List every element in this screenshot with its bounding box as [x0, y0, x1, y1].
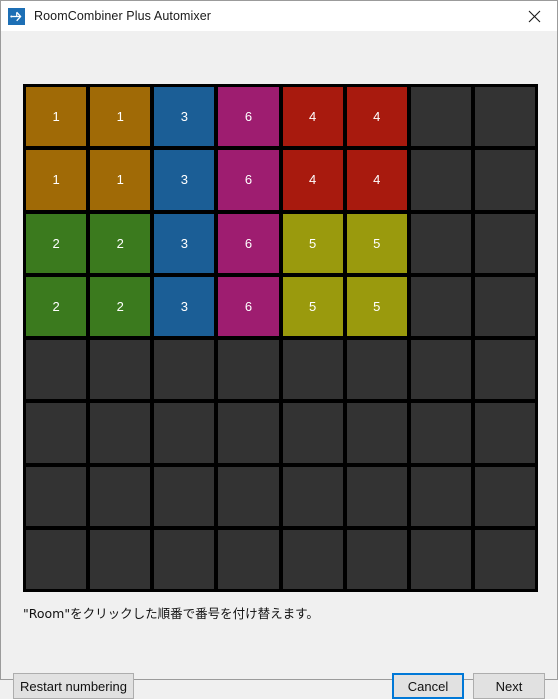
grid-cell-empty[interactable]: [474, 87, 535, 147]
grid-cell-empty[interactable]: [410, 466, 471, 526]
room-grid: 113644113644223655223655: [23, 84, 538, 592]
grid-cell-empty[interactable]: [474, 403, 535, 463]
grid-cell-empty[interactable]: [410, 87, 471, 147]
grid-cell-empty[interactable]: [26, 403, 87, 463]
next-button[interactable]: Next: [473, 673, 545, 699]
grid-cell-empty[interactable]: [346, 529, 407, 589]
restart-numbering-button[interactable]: Restart numbering: [13, 673, 134, 699]
grid-cell-empty[interactable]: [218, 340, 279, 400]
title-bar: RoomCombiner Plus Automixer: [1, 1, 557, 31]
grid-cell-empty[interactable]: [218, 529, 279, 589]
grid-cell-empty[interactable]: [410, 276, 471, 336]
grid-cell-empty[interactable]: [26, 466, 87, 526]
grid-cell-room[interactable]: 5: [282, 276, 343, 336]
grid-cell-room[interactable]: 5: [282, 213, 343, 273]
grid-cell-room[interactable]: 6: [218, 87, 279, 147]
grid-cell-empty[interactable]: [154, 403, 215, 463]
grid-cell-empty[interactable]: [90, 529, 151, 589]
grid-cell-room[interactable]: 6: [218, 276, 279, 336]
grid-cell-room[interactable]: 4: [282, 150, 343, 210]
grid-cell-empty[interactable]: [474, 276, 535, 336]
grid-cell-empty[interactable]: [282, 340, 343, 400]
grid-cell-empty[interactable]: [410, 213, 471, 273]
grid-cell-room[interactable]: 3: [154, 213, 215, 273]
grid-cell-empty[interactable]: [154, 466, 215, 526]
grid-cell-room[interactable]: 3: [154, 87, 215, 147]
grid-cell-room[interactable]: 4: [346, 87, 407, 147]
grid-cell-empty[interactable]: [218, 403, 279, 463]
grid-cell-room[interactable]: 3: [154, 276, 215, 336]
grid-cell-empty[interactable]: [346, 466, 407, 526]
grid-cell-empty[interactable]: [154, 340, 215, 400]
grid-cell-empty[interactable]: [26, 529, 87, 589]
grid-cell-room[interactable]: 1: [90, 150, 151, 210]
grid-cell-empty[interactable]: [154, 529, 215, 589]
grid-cell-empty[interactable]: [474, 529, 535, 589]
grid-cell-empty[interactable]: [90, 340, 151, 400]
room-grid-cells: 113644113644223655223655: [26, 87, 535, 589]
grid-cell-room[interactable]: 1: [90, 87, 151, 147]
grid-cell-empty[interactable]: [346, 403, 407, 463]
grid-cell-empty[interactable]: [410, 340, 471, 400]
dialog-content: 113644113644223655223655 "Room"をクリックした順番…: [1, 31, 557, 699]
instruction-text: "Room"をクリックした順番で番号を付け替えます。: [23, 606, 319, 621]
dialog-window: RoomCombiner Plus Automixer 113644113644…: [0, 0, 558, 699]
cancel-button[interactable]: Cancel: [392, 673, 464, 699]
grid-cell-empty[interactable]: [474, 150, 535, 210]
grid-cell-empty[interactable]: [282, 529, 343, 589]
grid-cell-room[interactable]: 3: [154, 150, 215, 210]
grid-cell-empty[interactable]: [410, 150, 471, 210]
grid-cell-empty[interactable]: [410, 529, 471, 589]
grid-cell-room[interactable]: 4: [346, 150, 407, 210]
grid-cell-empty[interactable]: [346, 340, 407, 400]
grid-cell-empty[interactable]: [26, 340, 87, 400]
grid-cell-room[interactable]: 1: [26, 150, 87, 210]
grid-cell-empty[interactable]: [282, 403, 343, 463]
mixer-node-icon: [8, 7, 25, 25]
grid-cell-room[interactable]: 5: [346, 213, 407, 273]
grid-cell-empty[interactable]: [90, 403, 151, 463]
grid-cell-empty[interactable]: [282, 466, 343, 526]
grid-cell-room[interactable]: 6: [218, 213, 279, 273]
grid-cell-empty[interactable]: [474, 340, 535, 400]
grid-cell-room[interactable]: 6: [218, 150, 279, 210]
grid-cell-room[interactable]: 2: [90, 213, 151, 273]
close-icon[interactable]: [511, 1, 557, 31]
grid-cell-empty[interactable]: [474, 466, 535, 526]
grid-cell-room[interactable]: 2: [90, 276, 151, 336]
grid-cell-empty[interactable]: [90, 466, 151, 526]
grid-cell-empty[interactable]: [410, 403, 471, 463]
grid-cell-room[interactable]: 1: [26, 87, 87, 147]
grid-cell-room[interactable]: 5: [346, 276, 407, 336]
grid-cell-room[interactable]: 2: [26, 213, 87, 273]
window-title: RoomCombiner Plus Automixer: [34, 9, 212, 23]
grid-cell-empty[interactable]: [218, 466, 279, 526]
grid-cell-room[interactable]: 4: [282, 87, 343, 147]
grid-cell-room[interactable]: 2: [26, 276, 87, 336]
grid-cell-empty[interactable]: [474, 213, 535, 273]
